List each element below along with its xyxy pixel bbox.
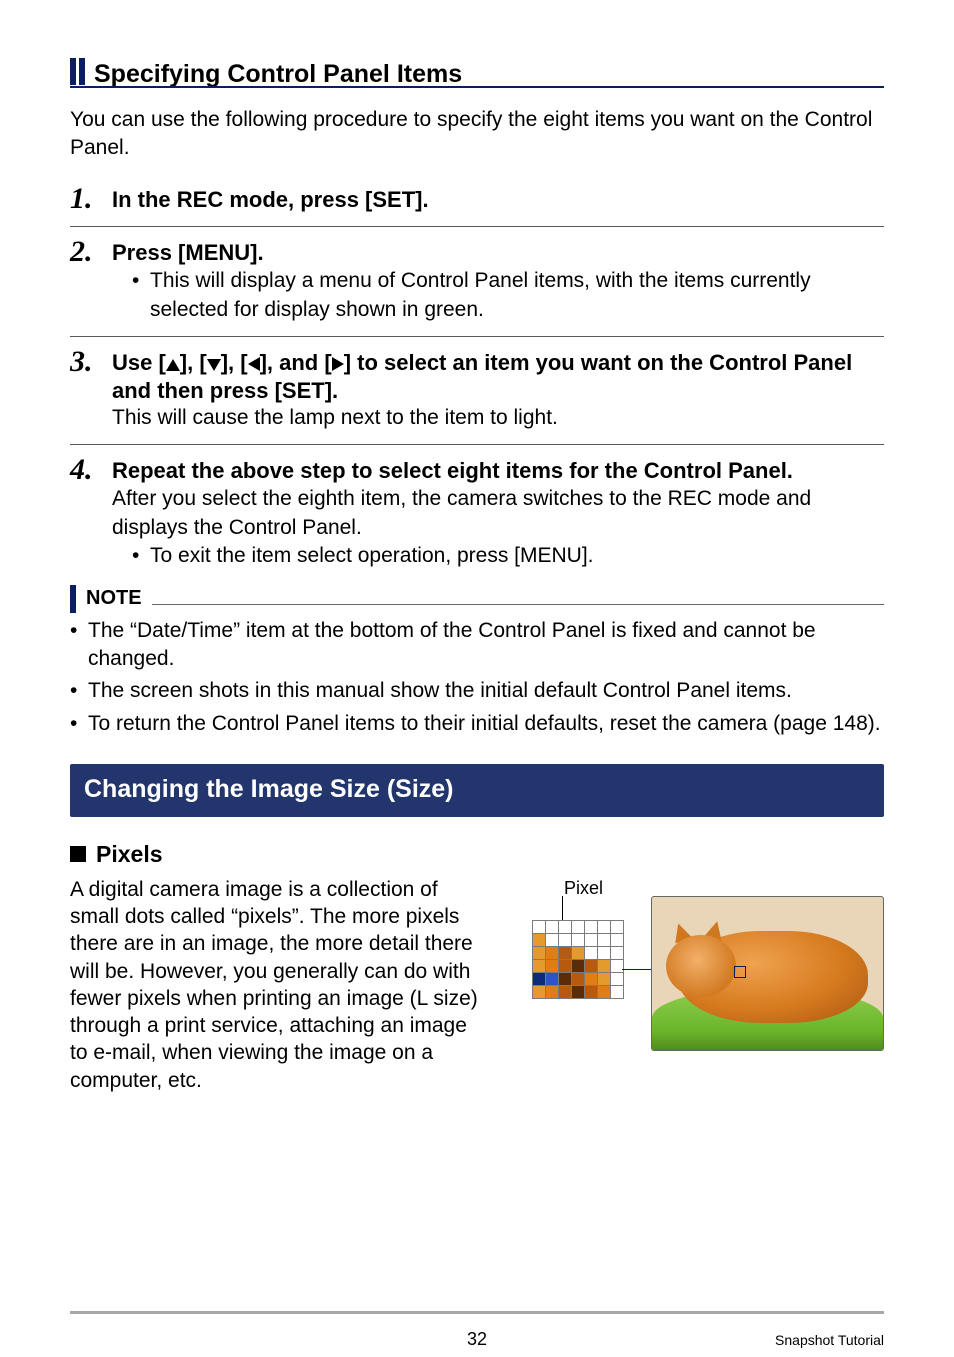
heading-changing-size: Changing the Image Size (Size) — [70, 764, 884, 817]
step-1: 1. In the REC mode, press [SET]. — [70, 184, 884, 214]
heading-pixels: Pixels — [70, 839, 884, 870]
bullet-icon: • — [70, 710, 88, 738]
step-3-title: Use [], [], [], and [] to select an item… — [112, 347, 884, 404]
bullet-icon: • — [70, 617, 88, 674]
intro-paragraph: You can use the following procedure to s… — [70, 106, 884, 163]
heading-accent-bar — [70, 58, 76, 85]
pixel-figure: Pixel — [524, 876, 884, 1056]
down-arrow-icon — [207, 359, 221, 371]
bullet-icon: • — [70, 677, 88, 705]
note-accent-bar — [70, 585, 76, 613]
step-3-after: This will cause the lamp next to the ite… — [112, 404, 884, 432]
note-block: NOTE • The “Date/Time” item at the botto… — [70, 585, 884, 738]
heading-specifying-text: Specifying Control Panel Items — [70, 58, 884, 98]
footer-rule — [70, 1311, 884, 1314]
note-label: NOTE — [86, 585, 142, 612]
step-3-title-mid3: ], and [ — [260, 350, 332, 375]
sample-photo-illustration — [651, 896, 884, 1051]
step-separator — [70, 226, 884, 227]
step-separator — [70, 444, 884, 445]
step-1-title: In the REC mode, press [SET]. — [112, 184, 429, 214]
note-rule — [152, 604, 884, 605]
pixel-callout-label: Pixel — [564, 876, 603, 900]
step-3-title-mid2: ], [ — [221, 350, 248, 375]
photo-cat-head — [666, 935, 736, 997]
step-4-number: 4. — [70, 455, 112, 485]
heading-specifying: Specifying Control Panel Items — [70, 58, 884, 98]
footer-breadcrumb: Snapshot Tutorial — [775, 1331, 884, 1350]
note-item-3: To return the Control Panel items to the… — [88, 710, 881, 738]
step-2-bullet: This will display a menu of Control Pane… — [150, 267, 884, 324]
step-2-title: Press [MENU]. — [112, 237, 264, 267]
step-3-title-mid1: ], [ — [180, 350, 207, 375]
heading-accent-bar — [79, 58, 85, 85]
step-4-title: Repeat the above step to select eight it… — [112, 455, 793, 485]
step-4-bullet: To exit the item select operation, press… — [150, 542, 594, 570]
step-2-number: 2. — [70, 237, 112, 267]
heading-pixels-text: Pixels — [96, 839, 163, 870]
right-arrow-icon — [332, 357, 344, 371]
left-arrow-icon — [248, 357, 260, 371]
square-bullet-icon — [70, 846, 86, 862]
step-3-title-pre: Use [ — [112, 350, 166, 375]
step-4: 4. Repeat the above step to select eight… — [70, 455, 884, 570]
note-item-1: The “Date/Time” item at the bottom of th… — [88, 617, 884, 674]
note-item-2: The screen shots in this manual show the… — [88, 677, 792, 705]
pixels-paragraph: A digital camera image is a collection o… — [70, 876, 490, 1094]
zoom-target-box — [734, 966, 746, 978]
step-2: 2. Press [MENU]. • This will display a m… — [70, 237, 884, 324]
step-3-number: 3. — [70, 347, 112, 377]
up-arrow-icon — [166, 359, 180, 371]
bullet-icon: • — [132, 267, 150, 324]
pixel-grid-illustration — [532, 920, 624, 999]
step-1-number: 1. — [70, 184, 112, 214]
step-separator — [70, 336, 884, 337]
step-4-after: After you select the eighth item, the ca… — [112, 485, 884, 542]
step-3: 3. Use [], [], [], and [] to select an i… — [70, 347, 884, 432]
heading-underline — [70, 86, 884, 88]
bullet-icon: • — [132, 542, 150, 570]
